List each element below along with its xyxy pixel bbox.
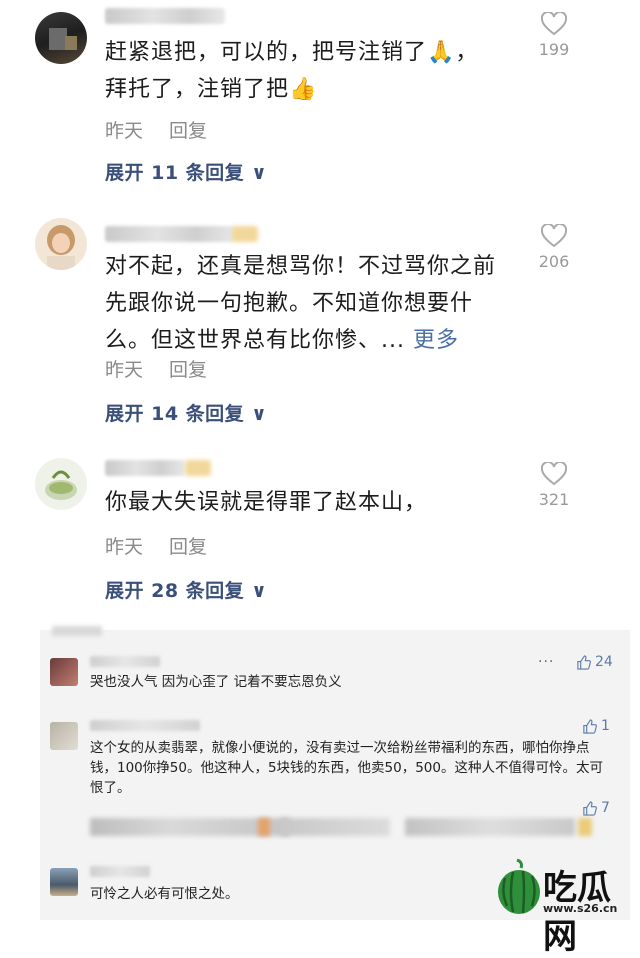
comment-meta: 昨天 回复 bbox=[105, 532, 233, 559]
list-item: 哭也没人气 因为心歪了 记着不要忘恩负义 ··· 24 bbox=[40, 654, 630, 702]
heart-icon bbox=[541, 224, 567, 248]
comment-meta: 昨天 回复 bbox=[105, 116, 233, 143]
expand-replies-button[interactable]: 展开 14 条回复 ∨ bbox=[105, 399, 267, 426]
user-badge bbox=[185, 460, 211, 476]
thumbs-up-icon bbox=[577, 654, 591, 670]
like-count: 199 bbox=[538, 40, 570, 59]
like-button[interactable]: 199 bbox=[534, 12, 574, 59]
like-count: 24 bbox=[595, 654, 613, 670]
reply-button[interactable]: 回复 bbox=[169, 359, 207, 381]
reply-button[interactable]: 回复 bbox=[169, 536, 207, 558]
username-blurred bbox=[105, 460, 185, 476]
like-count: 7 bbox=[601, 800, 610, 816]
heart-icon bbox=[541, 12, 567, 36]
username-blurred bbox=[90, 866, 150, 877]
blurred-text bbox=[280, 818, 390, 836]
avatar[interactable] bbox=[50, 722, 78, 750]
expand-replies-button[interactable]: 展开 28 条回复 ∨ bbox=[105, 576, 267, 603]
comment-text: 这个女的从卖翡翠，就像小便说的，没有卖过一次给粉丝带福利的东西，哪怕你挣点钱，1… bbox=[90, 740, 603, 796]
list-item: 这个女的从卖翡翠，就像小便说的，没有卖过一次给粉丝带福利的东西，哪怕你挣点钱，1… bbox=[40, 716, 630, 796]
comment-time: 昨天 bbox=[105, 359, 144, 381]
like-button[interactable]: 321 bbox=[534, 462, 574, 509]
watermelon-logo-icon bbox=[498, 858, 540, 914]
watermark: 吃瓜网 www.s26.cn bbox=[495, 858, 635, 957]
list-item: 7 bbox=[40, 798, 630, 848]
reply-button[interactable]: 回复 bbox=[169, 120, 207, 142]
user-badge bbox=[232, 226, 258, 242]
thumbs-up-icon bbox=[583, 718, 597, 734]
heart-icon bbox=[541, 462, 567, 486]
blurred-text bbox=[405, 818, 575, 836]
avatar[interactable] bbox=[50, 658, 78, 686]
section-header-blurred bbox=[52, 626, 102, 636]
like-count: 321 bbox=[538, 490, 570, 509]
comment-time: 昨天 bbox=[105, 536, 144, 558]
avatar[interactable] bbox=[35, 458, 87, 510]
comment-text: 对不起，还真是想骂你！不过骂你之前 先跟你说一句抱歉。不知道你想要什 么。但这世… bbox=[105, 254, 497, 353]
more-menu-icon[interactable]: ··· bbox=[538, 654, 554, 670]
thumbs-up-icon bbox=[583, 800, 597, 816]
blurred-text bbox=[258, 818, 270, 836]
username-blurred bbox=[90, 656, 160, 667]
expand-replies-button[interactable]: 展开 11 条回复 ∨ bbox=[105, 158, 267, 185]
comment-feed: 赶紧退把，可以的，把号注销了🙏， 拜托了，注销了把👍 昨天 回复 展开 11 条回… bbox=[0, 0, 640, 625]
comment-item: 赶紧退把，可以的，把号注销了🙏， 拜托了，注销了把👍 昨天 回复 展开 11 条回… bbox=[0, 0, 640, 200]
username-blurred bbox=[105, 226, 235, 242]
like-button[interactable]: 7 bbox=[582, 800, 610, 816]
like-button[interactable]: 24 bbox=[576, 654, 613, 670]
comment-item: 对不起，还真是想骂你！不过骂你之前 先跟你说一句抱歉。不知道你想要什 么。但这世… bbox=[0, 212, 640, 432]
like-button[interactable]: 206 bbox=[534, 224, 574, 271]
username-blurred bbox=[90, 720, 200, 731]
blurred-text bbox=[578, 818, 592, 836]
like-count: 206 bbox=[538, 252, 570, 271]
comment-item: 你最大失误就是得罪了赵本山， 昨天 回复 展开 28 条回复 ∨ 321 bbox=[0, 450, 640, 620]
comment-text: 哭也没人气 因为心歪了 记着不要忘恩负义 bbox=[90, 674, 342, 690]
username-blurred bbox=[105, 8, 225, 24]
comment-text: 你最大失误就是得罪了赵本山， bbox=[105, 490, 428, 515]
avatar[interactable] bbox=[50, 868, 78, 896]
avatar[interactable] bbox=[35, 218, 87, 270]
comment-meta: 昨天 回复 bbox=[105, 355, 233, 382]
more-link[interactable]: 更多 bbox=[413, 328, 459, 353]
watermark-url: www.s26.cn bbox=[543, 902, 618, 915]
avatar[interactable] bbox=[35, 12, 87, 64]
comment-time: 昨天 bbox=[105, 120, 144, 142]
comment-text: 赶紧退把，可以的，把号注销了🙏， 拜托了，注销了把👍 bbox=[105, 40, 479, 102]
like-count: 1 bbox=[601, 718, 610, 734]
like-button[interactable]: 1 bbox=[582, 718, 610, 734]
